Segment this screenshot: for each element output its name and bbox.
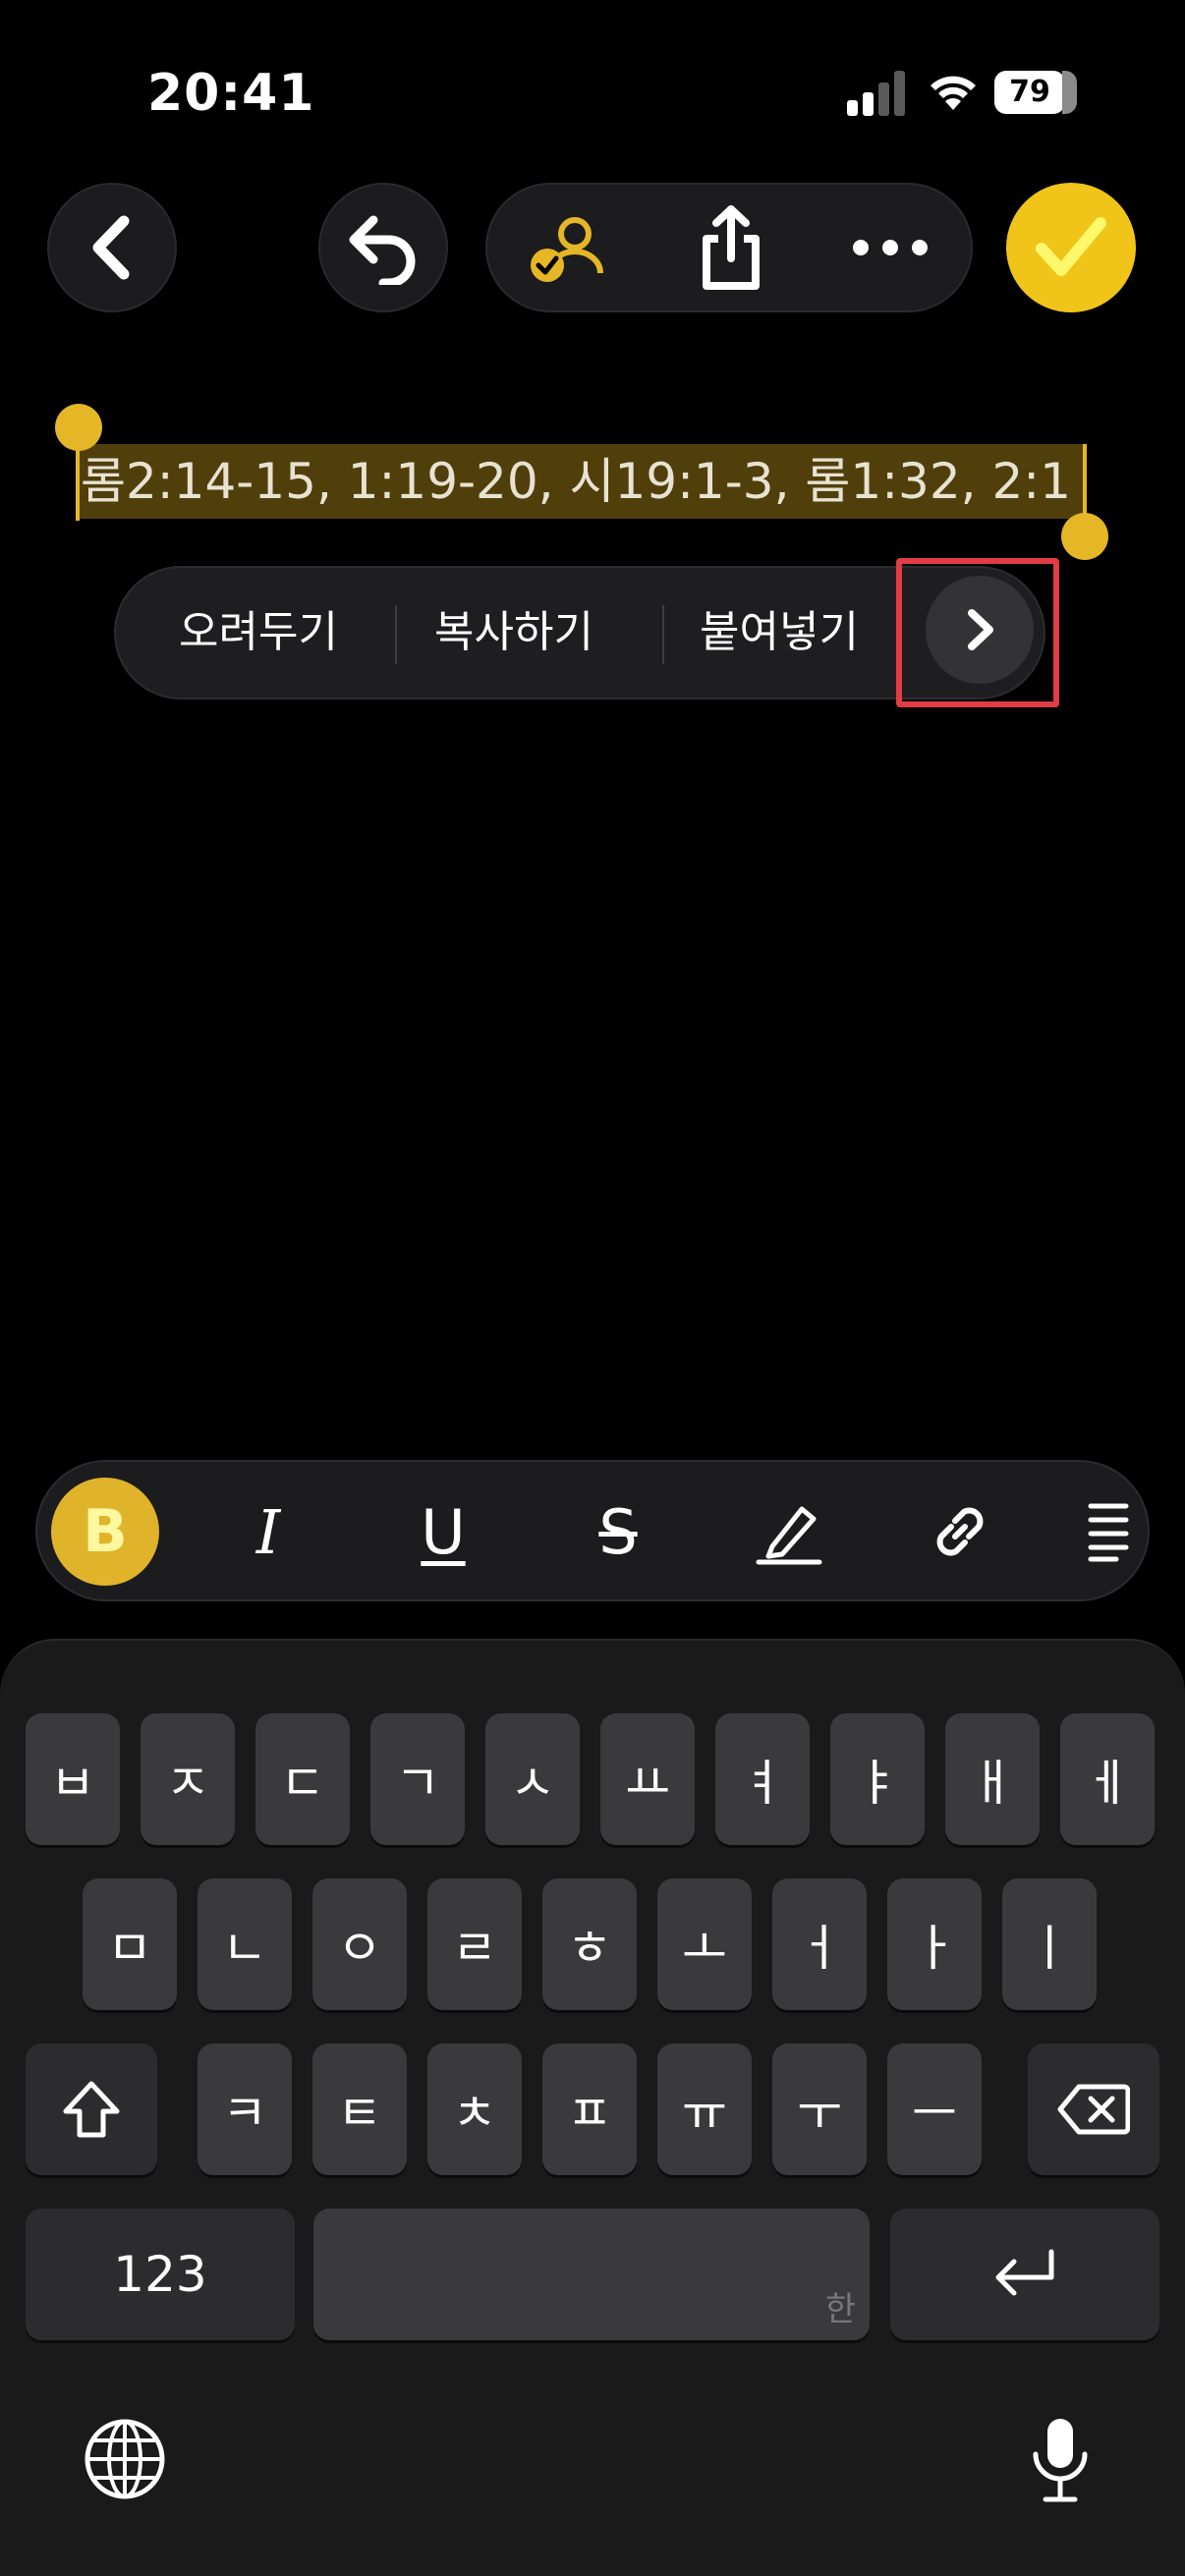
menu-divider	[662, 605, 664, 664]
space-key[interactable]: 한	[313, 2209, 870, 2340]
selected-note-text[interactable]: 롬2:14-15, 1:19-20, 시19:1-3, 롬1:32, 2:1	[77, 444, 1087, 519]
numbers-key[interactable]: 123	[26, 2209, 295, 2340]
menu-divider	[395, 605, 397, 664]
pencil-icon	[756, 1506, 822, 1565]
underline-button[interactable]: U	[389, 1478, 497, 1586]
key[interactable]: ㅕ	[715, 1713, 810, 1845]
back-button[interactable]	[47, 183, 177, 312]
selection-end-handle[interactable]	[1061, 513, 1108, 560]
key[interactable]: ㅐ	[945, 1713, 1040, 1845]
menu-cut[interactable]: 오려두기	[145, 568, 371, 698]
menu-copy[interactable]: 복사하기	[401, 568, 627, 698]
highlight-button[interactable]	[735, 1478, 843, 1586]
checkmark-icon	[1036, 217, 1106, 276]
key[interactable]: ㅊ	[427, 2044, 522, 2175]
dictation-button[interactable]	[1016, 2413, 1104, 2507]
bold-button[interactable]: B	[51, 1478, 159, 1586]
ellipsis-icon	[853, 240, 928, 255]
key[interactable]: ㅣ	[1002, 1878, 1097, 2010]
italic-button[interactable]: I	[214, 1478, 322, 1586]
list-icon	[1088, 1503, 1129, 1562]
battery-level: 79	[1009, 75, 1050, 109]
key[interactable]: ㅜ	[772, 2044, 867, 2175]
key[interactable]: ㅇ	[312, 1878, 407, 2010]
key[interactable]: ㄴ	[198, 1878, 292, 2010]
globe-icon	[85, 2419, 165, 2499]
undo-icon	[349, 215, 416, 285]
battery-icon: 79	[994, 71, 1077, 114]
globe-button[interactable]	[81, 2415, 169, 2503]
chevron-left-icon	[92, 215, 130, 280]
key[interactable]: ㄱ	[370, 1713, 465, 1845]
key[interactable]: ㅠ	[657, 2044, 752, 2175]
shift-key[interactable]	[26, 2044, 157, 2175]
menu-paste[interactable]: 붙여넣기	[666, 568, 892, 698]
key[interactable]: ㅂ	[26, 1713, 120, 1845]
space-language-hint: 한	[824, 2290, 856, 2329]
key[interactable]: ㅋ	[198, 2044, 292, 2175]
collaborator-icon	[531, 217, 603, 282]
done-button[interactable]	[1006, 183, 1136, 312]
wifi-icon	[926, 67, 981, 116]
delete-key[interactable]	[1028, 2044, 1159, 2175]
strikethrough-button[interactable]: S	[564, 1478, 672, 1586]
collaborate-button[interactable]	[499, 185, 637, 310]
cellular-signal-icon	[847, 69, 906, 116]
key[interactable]: ㅈ	[141, 1713, 235, 1845]
format-toolbar: B I U S	[35, 1460, 1150, 1601]
undo-button[interactable]	[318, 183, 448, 312]
key[interactable]: ㅅ	[485, 1713, 580, 1845]
annotation-highlight-box	[896, 558, 1059, 707]
key[interactable]: ㅎ	[542, 1878, 637, 2010]
key[interactable]: ㅡ	[887, 2044, 982, 2175]
microphone-icon	[1033, 2419, 1088, 2502]
status-time: 20:41	[147, 64, 315, 123]
more-button[interactable]	[821, 185, 959, 310]
key[interactable]: ㅗ	[657, 1878, 752, 2010]
delete-icon	[1057, 2084, 1130, 2135]
key[interactable]: ㄹ	[427, 1878, 522, 2010]
key[interactable]: ㄷ	[255, 1713, 350, 1845]
return-icon	[995, 2249, 1054, 2296]
key[interactable]: ㅑ	[830, 1713, 925, 1845]
key[interactable]: ㅍ	[542, 2044, 637, 2175]
link-icon	[936, 1507, 984, 1556]
key[interactable]: ㅏ	[887, 1878, 982, 2010]
share-button[interactable]	[662, 185, 800, 310]
toolbar-action-group	[485, 183, 973, 312]
share-icon	[703, 205, 760, 290]
shift-icon	[63, 2081, 120, 2138]
list-format-button[interactable]	[1079, 1478, 1138, 1586]
link-button[interactable]	[906, 1478, 1014, 1586]
key[interactable]: ㅛ	[600, 1713, 695, 1845]
key[interactable]: ㅔ	[1060, 1713, 1155, 1845]
key[interactable]: ㅓ	[772, 1878, 867, 2010]
selection-start-handle[interactable]	[55, 404, 102, 451]
korean-keyboard: ㅂ ㅈ ㄷ ㄱ ㅅ ㅛ ㅕ ㅑ ㅐ ㅔ ㅁ ㄴ ㅇ ㄹ ㅎ ㅗ ㅓ ㅏ ㅣ ㅋ …	[0, 1639, 1185, 2576]
key[interactable]: ㅁ	[83, 1878, 177, 2010]
return-key[interactable]	[890, 2209, 1159, 2340]
key[interactable]: ㅌ	[312, 2044, 407, 2175]
